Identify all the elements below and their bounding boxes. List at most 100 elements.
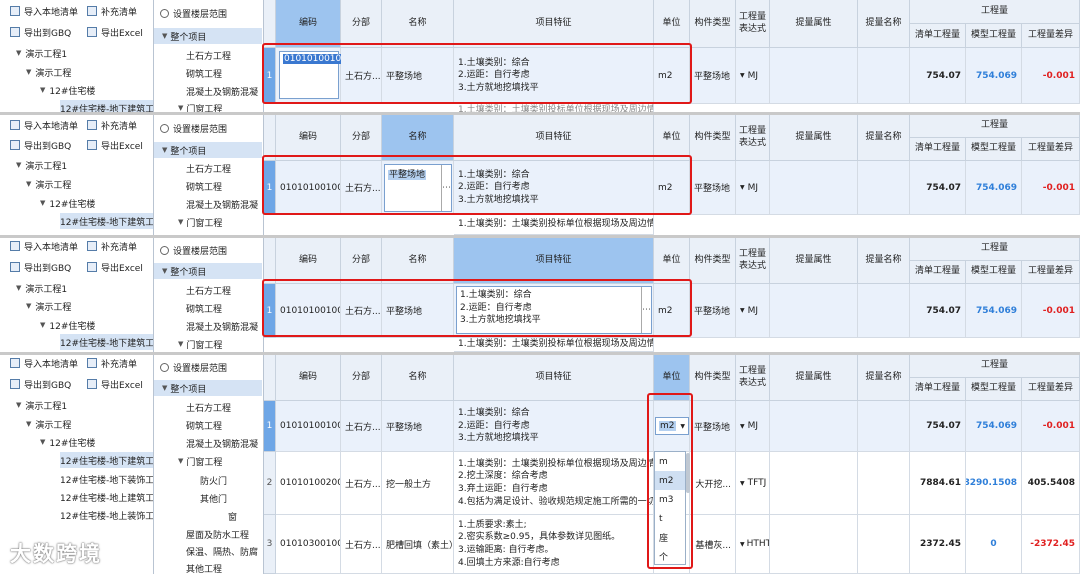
floor-whole-project[interactable]: ▼ 整个项目 [154, 28, 262, 44]
header-name[interactable]: 名称 [382, 115, 454, 161]
cell-name[interactable]: 平整场地 [382, 401, 454, 452]
cell-component-type[interactable]: 平整场地 [690, 48, 736, 104]
cell-extract-attr[interactable] [770, 161, 858, 215]
cell-qty-diff[interactable]: -0.001 [1022, 284, 1080, 338]
cell-expression[interactable]: ▼ TFTJ [736, 452, 770, 515]
header-extract-name[interactable]: 提量名称 [858, 238, 910, 284]
header-qty-diff[interactable]: 工程量差异 [1022, 261, 1080, 284]
tree-above-building[interactable]: 12#住宅楼-地上建筑工程 [60, 489, 153, 505]
cell-extract-name[interactable] [858, 284, 910, 338]
tree-building[interactable]: ▼ 12#住宅楼 [40, 317, 95, 333]
header-model-qty[interactable]: 模型工程量 [966, 261, 1022, 284]
header-component-type[interactable]: 构件类型 [690, 0, 736, 48]
header-list-qty[interactable]: 清单工程量 [910, 24, 966, 48]
floor-door-window[interactable]: ▼ 门窗工程 [178, 214, 222, 230]
floor-window[interactable]: 窗 [228, 508, 237, 524]
cell-extract-name[interactable] [858, 48, 910, 104]
cell-division[interactable]: 土石方... [341, 48, 382, 104]
cell-model-qty[interactable]: 754.069 [966, 401, 1022, 452]
cell-extract-name[interactable] [858, 401, 910, 452]
tree-project1[interactable]: ▼ 演示工程1 [16, 280, 67, 296]
cell-list-qty[interactable]: 754.07 [910, 48, 966, 104]
supplement-button[interactable]: 补充清单 [87, 3, 137, 19]
cell-model-qty[interactable]: 0 [966, 515, 1022, 574]
header-expression[interactable]: 工程量表达式 [736, 0, 770, 48]
floor-masonry[interactable]: 砌筑工程 [186, 417, 222, 433]
floor-door-window[interactable]: ▼ 门窗工程 [178, 453, 222, 469]
cell-list-qty[interactable]: 7884.61 [910, 452, 966, 515]
floor-roof[interactable]: 屋面及防水工程 [186, 526, 249, 542]
header-list-qty[interactable]: 清单工程量 [910, 261, 966, 284]
cell-extract-attr[interactable] [770, 48, 858, 104]
cell-division[interactable]: 土石方... [341, 452, 382, 515]
ellipsis-button[interactable]: ⋯ [441, 165, 451, 211]
header-expression[interactable]: 工程量表达式 [736, 238, 770, 284]
cell-code[interactable]: 010101001001 [276, 161, 341, 215]
floor-other-door[interactable]: 其他门 [200, 490, 227, 506]
cell-extract-attr[interactable] [770, 452, 858, 515]
header-component-type[interactable]: 构件类型 [690, 238, 736, 284]
cell-model-qty[interactable]: 754.069 [966, 48, 1022, 104]
cell-feature[interactable]: 1.土质要求:素土; 2.密实系数≥0.95，具体参数详见图纸。 3.运输距离: 自… [454, 515, 654, 574]
cell-extract-attr[interactable] [770, 401, 858, 452]
floor-concrete[interactable]: 混凝土及钢筋混凝 [186, 318, 258, 334]
cell-list-qty[interactable]: 754.07 [910, 161, 966, 215]
cell-component-type[interactable]: 基槽灰... [690, 515, 736, 574]
cell-feature[interactable]: 1.土壤类别：综合 2.运距：自行考虑 3.土方就地挖填找平 [454, 48, 654, 104]
tree-underground-decoration[interactable]: 12#住宅楼-地下装饰工程 [60, 471, 153, 487]
import-local-button[interactable]: 导入本地清单 [10, 355, 78, 371]
cell-extract-attr[interactable] [770, 515, 858, 574]
tree-project[interactable]: ▼ 演示工程 [26, 176, 71, 192]
tree-building[interactable]: ▼ 12#住宅楼 [40, 434, 95, 450]
unit-option[interactable]: 个 [655, 547, 685, 566]
cell-qty-diff[interactable]: 405.5408 [1022, 452, 1080, 515]
cell-division[interactable]: 土石方... [341, 284, 382, 338]
tree-project[interactable]: ▼ 演示工程 [26, 298, 71, 314]
header-extract-name[interactable]: 提量名称 [858, 115, 910, 161]
header-unit[interactable]: 单位 [654, 355, 690, 401]
cell-expression[interactable]: ▼ MJ [736, 401, 770, 452]
header-qty-diff[interactable]: 工程量差异 [1022, 138, 1080, 161]
header-name[interactable]: 名称 [382, 0, 454, 48]
export-gbq-button[interactable]: 导出到GBQ [10, 376, 71, 392]
cell-component-type[interactable]: 平整场地 [690, 161, 736, 215]
cell-component-type[interactable]: 平整场地 [690, 401, 736, 452]
export-excel-button[interactable]: 导出Excel [87, 259, 143, 275]
unit-option[interactable]: t [655, 509, 685, 528]
tree-underground-building[interactable]: 12#住宅楼-地下建筑工程 [60, 100, 153, 112]
tree-project1[interactable]: ▼ 演示工程1 [16, 157, 67, 173]
cell-expression[interactable]: ▼ MJ [736, 48, 770, 104]
header-extract-name[interactable]: 提量名称 [858, 355, 910, 401]
name-editor[interactable]: 平整场地 ⋯ [384, 164, 452, 212]
cell-expression[interactable]: ▼ MJ [736, 161, 770, 215]
floor-concrete[interactable]: 混凝土及钢筋混凝 [186, 196, 258, 212]
export-gbq-button[interactable]: 导出到GBQ [10, 137, 71, 153]
header-feature[interactable]: 项目特征 [454, 355, 654, 401]
floor-masonry[interactable]: 砌筑工程 [186, 300, 222, 316]
floor-door-window[interactable]: ▼ 门窗工程 [178, 100, 222, 112]
tree-project[interactable]: ▼ 演示工程 [26, 416, 71, 432]
cell-extract-attr[interactable] [770, 284, 858, 338]
header-division[interactable]: 分部 [341, 115, 382, 161]
cell-feature[interactable]: 1.土壤类别：综合 2.运距：自行考虑 3.土方就地挖填找平 [454, 161, 654, 215]
header-expression[interactable]: 工程量表达式 [736, 355, 770, 401]
unit-option[interactable]: m [655, 452, 685, 471]
header-extract-attr[interactable]: 提量属性 [770, 355, 858, 401]
cell-model-qty[interactable]: 754.069 [966, 161, 1022, 215]
header-feature[interactable]: 项目特征 [454, 0, 654, 48]
cell-expression[interactable]: ▼ MJ [736, 284, 770, 338]
floor-earthwork[interactable]: 土石方工程 [186, 282, 231, 298]
tree-project1[interactable]: ▼ 演示工程1 [16, 45, 67, 61]
cell-extract-name[interactable] [858, 452, 910, 515]
header-division[interactable]: 分部 [341, 238, 382, 284]
supplement-button[interactable]: 补充清单 [87, 117, 137, 133]
header-code[interactable]: 编码 [276, 238, 341, 284]
tree-underground-building[interactable]: 12#住宅楼-地下建筑工程 [60, 452, 153, 468]
floor-concrete[interactable]: 混凝土及钢筋混凝 [186, 83, 258, 99]
floor-masonry[interactable]: 砌筑工程 [186, 178, 222, 194]
feature-editor[interactable]: 1.土壤类别：综合 2.运距：自行考虑 3.土方就地挖填找平 ⋯ [456, 286, 652, 334]
floor-other[interactable]: 其他工程 [186, 560, 222, 574]
cell-name[interactable]: 挖一般土方 [382, 452, 454, 515]
row-number[interactable]: 2 [264, 452, 276, 515]
cell-unit[interactable]: m2 [654, 48, 690, 104]
